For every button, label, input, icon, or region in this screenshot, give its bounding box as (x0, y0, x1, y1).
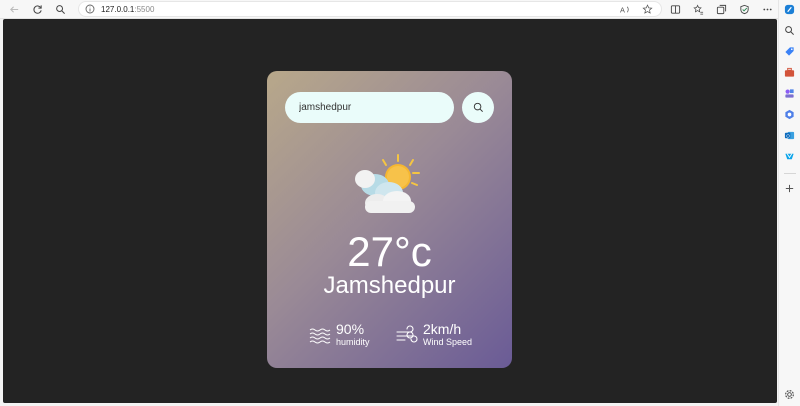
add-icon[interactable] (783, 182, 796, 195)
page-viewport: 27°c Jamshedpur 90% humidity (3, 19, 777, 403)
wind-icon (396, 325, 418, 343)
tools-briefcase-icon[interactable] (783, 66, 796, 79)
search-icon[interactable] (53, 2, 67, 16)
browser-essentials-icon[interactable] (737, 2, 751, 16)
address-bar[interactable]: 127.0.0.1:5500 A (78, 1, 662, 17)
url-text: 127.0.0.1:5500 (101, 5, 155, 14)
wind-label: Wind Speed (423, 337, 473, 347)
humidity-detail: 90% humidity (309, 322, 370, 348)
svg-text:O: O (786, 133, 790, 138)
humidity-value: 90% (336, 321, 365, 337)
shopping-tag-icon[interactable] (783, 45, 796, 58)
read-aloud-icon[interactable]: A (620, 4, 631, 15)
games-icon[interactable] (783, 87, 796, 100)
split-screen-icon[interactable] (668, 2, 682, 16)
sun-clouds-icon (355, 154, 420, 213)
weather-card: 27°c Jamshedpur 90% humidity (267, 71, 512, 368)
browser-toolbar: 127.0.0.1:5500 A (0, 0, 800, 19)
browser-sidebar: O (778, 0, 800, 406)
wind-detail: 2km/h Wind Speed (396, 322, 472, 348)
svg-text:A: A (620, 5, 625, 14)
drop-icon[interactable] (783, 150, 796, 163)
refresh-icon[interactable] (30, 2, 44, 16)
copilot-icon[interactable] (783, 3, 796, 16)
search-icon (473, 102, 483, 112)
search-button[interactable] (462, 92, 494, 123)
back-arrow-icon[interactable] (7, 2, 21, 16)
settings-gear-icon[interactable] (783, 388, 796, 401)
outlook-icon[interactable]: O (783, 129, 796, 142)
sidebar-divider (784, 173, 796, 174)
city-search-input[interactable] (285, 92, 454, 123)
temperature-text: 27°c (347, 228, 432, 275)
humidity-label: humidity (336, 337, 370, 347)
more-menu-icon[interactable] (760, 2, 774, 16)
wind-value: 2km/h (423, 321, 462, 337)
info-icon[interactable] (85, 4, 95, 14)
city-name: Jamshedpur (323, 272, 456, 299)
collections-icon[interactable] (714, 2, 728, 16)
favorite-star-icon[interactable] (642, 4, 653, 15)
search-icon[interactable] (783, 24, 796, 37)
microsoft-365-icon[interactable] (783, 108, 796, 121)
humidity-waves-icon (309, 328, 331, 344)
favorites-icon[interactable] (691, 2, 705, 16)
